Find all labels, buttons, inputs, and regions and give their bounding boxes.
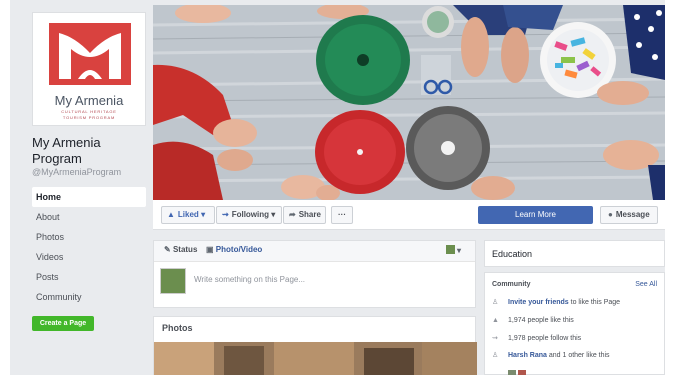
follows-count: 1,978 people follow this [508, 335, 582, 342]
post-composer: ✎ Status ▣ Photo/Video ▾ Write something… [153, 240, 476, 308]
tab-photo-label: Photo/Video [215, 245, 263, 254]
message-label: Message [615, 210, 650, 219]
composer-body: Write something on this Page... [154, 262, 475, 308]
nav-item-photos[interactable]: Photos [32, 227, 146, 247]
chevron-down-icon: ▾ [271, 210, 276, 219]
nav-item-home[interactable]: Home [32, 187, 146, 207]
see-all-link[interactable]: See All [635, 281, 657, 288]
nav-item-community[interactable]: Community [32, 287, 146, 307]
page-profile-picture[interactable]: My Armenia CULTURAL HERITAGE TOURISM PRO… [32, 12, 146, 126]
people-icon: ♙ [492, 352, 499, 359]
following-label: Following [231, 210, 270, 219]
friend-likes-suffix: and 1 other like this [546, 352, 610, 359]
photo-icon: ▣ [206, 245, 214, 254]
friend-likes-row: ♙ Harsh Rana and 1 other like this [492, 351, 610, 359]
invite-friends-link[interactable]: Invite your friends [508, 299, 569, 306]
likes-count: 1,974 people like this [508, 317, 574, 324]
share-arrow-icon: ➦ [289, 210, 296, 219]
photo-thumbnail[interactable] [154, 342, 477, 375]
post-text-input[interactable]: Write something on this Page... [194, 275, 305, 284]
following-button[interactable]: ⇝ Following ▾ [216, 206, 282, 224]
follows-row: ⇝ 1,978 people follow this [492, 334, 581, 342]
invite-row: ♙ Invite your friends to like this Page [492, 298, 620, 306]
friend-avatars [508, 364, 528, 375]
page-username[interactable]: @MyArmeniaProgram [32, 167, 121, 177]
pencil-icon: ✎ [164, 245, 171, 254]
people-icon: ♙ [492, 299, 499, 306]
rss-icon: ⇝ [492, 335, 498, 342]
cover-image [153, 5, 665, 200]
community-title: Community [492, 281, 531, 288]
avatar [160, 268, 186, 294]
left-column: My Armenia CULTURAL HERITAGE TOURISM PRO… [10, 0, 152, 375]
page-title[interactable]: My Armenia Program [32, 135, 152, 167]
logo-tagline-1: CULTURAL HERITAGE [61, 109, 117, 114]
my-armenia-logo [49, 23, 131, 85]
thumbs-up-icon: ▲ [492, 317, 499, 324]
photo-image [154, 342, 477, 375]
page-avatar-icon [445, 245, 455, 254]
nav-item-videos[interactable]: Videos [32, 247, 146, 267]
page-action-bar: ▲ Liked ▾ ⇝ Following ▾ ➦ Share ··· Learn M… [153, 200, 665, 230]
liked-label: Liked [177, 210, 199, 219]
avatar[interactable] [508, 370, 516, 375]
share-label: Share [298, 210, 321, 219]
nav-item-posts[interactable]: Posts [32, 267, 146, 287]
category-education[interactable]: Education [492, 249, 532, 259]
tab-status-label: Status [172, 245, 198, 254]
share-button[interactable]: ➦ Share [283, 206, 326, 224]
rss-icon: ⇝ [222, 210, 229, 219]
cover-photo[interactable] [153, 5, 665, 200]
page-nav: Home About Photos Videos Posts Community [32, 187, 146, 307]
composer-tabs: ✎ Status ▣ Photo/Video ▾ [154, 241, 475, 262]
logo-wordmark: My Armenia [54, 93, 124, 108]
chevron-down-icon: ▾ [456, 246, 461, 255]
facebook-page: My Armenia CULTURAL HERITAGE TOURISM PRO… [10, 0, 665, 375]
invite-suffix: to like this Page [568, 299, 621, 306]
thumbs-up-icon: ▲ [167, 210, 175, 219]
create-page-button[interactable]: Create a Page [32, 316, 94, 331]
logo-tagline-2: TOURISM PROGRAM [62, 115, 116, 120]
likes-row: ▲ 1,974 people like this [492, 317, 574, 324]
liked-button[interactable]: ▲ Liked ▾ [161, 206, 215, 224]
messenger-icon: ● [608, 210, 613, 219]
photos-section: Photos [153, 316, 477, 375]
learn-more-button[interactable]: Learn More [478, 206, 593, 224]
avatar[interactable] [518, 370, 526, 375]
community-card: Community See All ♙ Invite your friends t… [484, 272, 665, 375]
post-as-selector[interactable]: ▾ [445, 245, 461, 255]
category-card: Education [484, 240, 665, 267]
message-button[interactable]: ● Message [600, 206, 658, 224]
photos-title[interactable]: Photos [162, 323, 193, 333]
more-options-button[interactable]: ··· [331, 206, 353, 224]
nav-item-about[interactable]: About [32, 207, 146, 227]
chevron-down-icon: ▾ [201, 210, 206, 219]
friend-name-link[interactable]: Harsh Rana [508, 352, 547, 359]
tab-status[interactable]: ✎ Status [164, 245, 197, 254]
tab-photo-video[interactable]: ▣ Photo/Video [206, 245, 262, 254]
